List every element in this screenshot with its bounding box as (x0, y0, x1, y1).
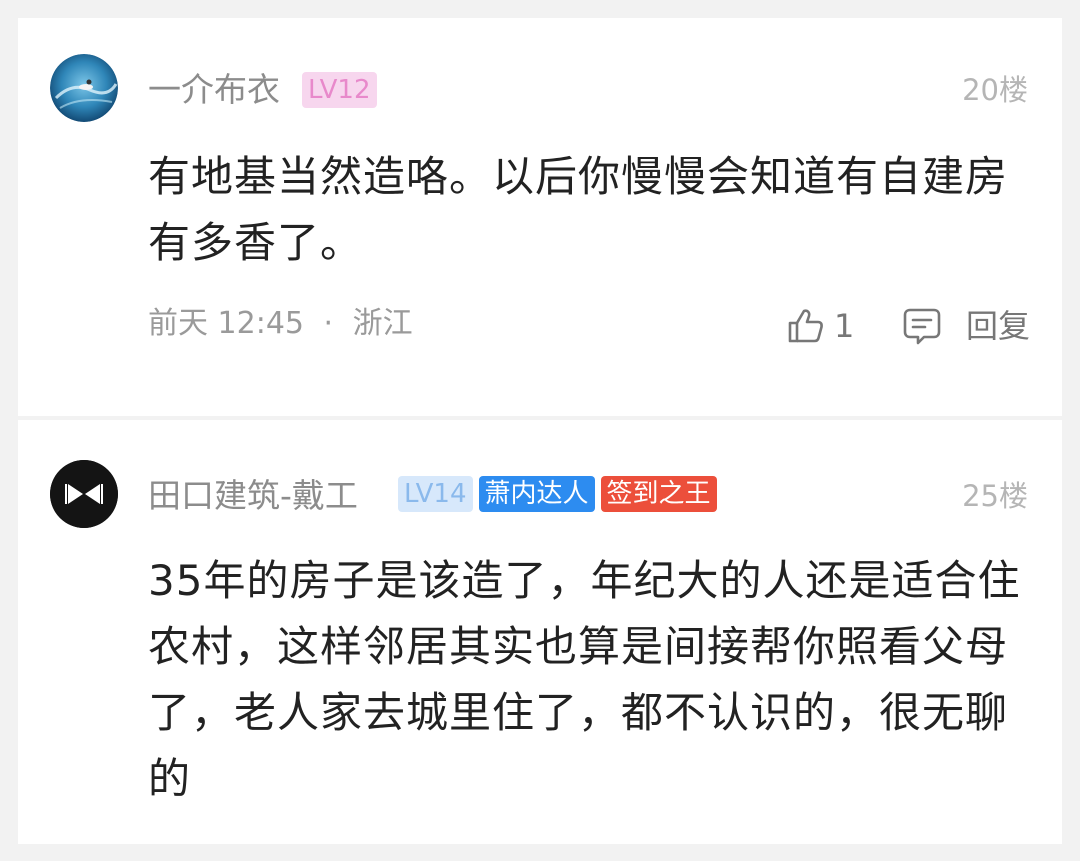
checkin-badge: 签到之王 (600, 476, 717, 512)
username[interactable]: 田口建筑-戴工 (148, 476, 358, 516)
avatar-image (50, 54, 118, 122)
comment-location: 浙江 (352, 306, 413, 341)
thumbs-up-icon (788, 309, 823, 343)
floor-number: 25楼 (962, 479, 1028, 513)
comment-text: 35年的房子是该造了，年纪大的人还是适合住农村，这样邻居其实也算是间接帮你照看父… (148, 556, 1021, 803)
logo-avatar-image (50, 460, 118, 528)
comment-card: 田口建筑-戴工 LV14 萧内达人 签到之王 25楼 35年的房子是该造了，年纪… (18, 420, 1062, 844)
level-badge: LV14 (398, 476, 473, 512)
comment-time: 前天 12:45 (148, 306, 304, 341)
comment-meta: 前天 12:45 · 浙江 (148, 304, 413, 344)
username[interactable]: 一介布衣 (148, 70, 280, 110)
floor-number: 20楼 (962, 73, 1028, 107)
expert-badge: 萧内达人 (478, 476, 595, 512)
badge-group: LV12 (302, 72, 377, 108)
comment-card: 一介布衣 LV12 20楼 有地基当然造咯。以后你慢慢会知道有自建房有多香了。 … (18, 18, 1062, 416)
user-avatar[interactable] (50, 460, 118, 528)
user-avatar[interactable] (50, 54, 118, 122)
like-count: 1 (834, 307, 855, 345)
comment-text: 有地基当然造咯。以后你慢慢会知道有自建房有多香了。 (148, 152, 1009, 267)
like-button[interactable]: 1 (786, 306, 854, 346)
level-badge: LV12 (302, 72, 377, 108)
comment-icon (903, 308, 941, 345)
meta-separator: · (323, 306, 334, 341)
reply-button[interactable]: 回复 (902, 306, 1030, 346)
badge-group: LV14 萧内达人 签到之王 (398, 476, 717, 512)
reply-label: 回复 (966, 307, 1031, 345)
